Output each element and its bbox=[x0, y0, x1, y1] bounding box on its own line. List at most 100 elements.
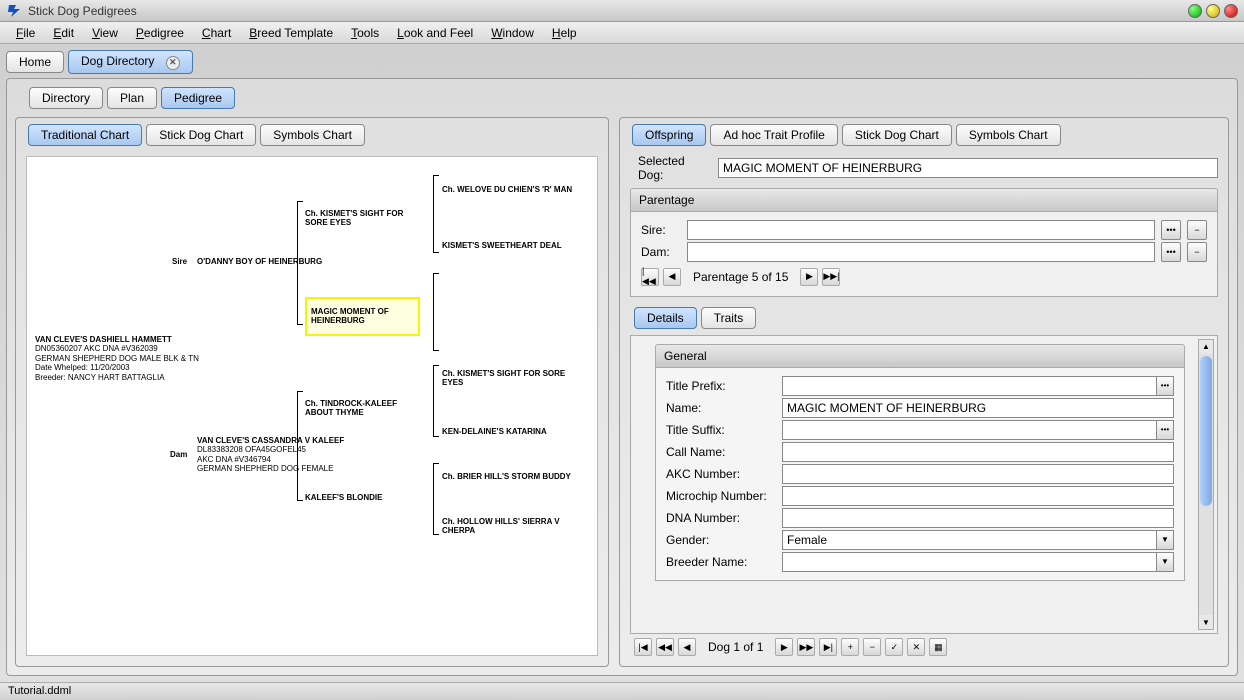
field-row-1: Name: bbox=[666, 398, 1174, 418]
dog-grid-button[interactable]: ▦ bbox=[929, 638, 947, 656]
menu-edit[interactable]: Edit bbox=[45, 24, 82, 42]
sire-name[interactable]: O'DANNY BOY OF HEINERBURG bbox=[197, 257, 322, 267]
scroll-down-icon[interactable]: ▼ bbox=[1199, 615, 1213, 629]
dog-nav-prev[interactable]: ◀ bbox=[678, 638, 696, 656]
menu-help[interactable]: Help bbox=[544, 24, 585, 42]
gp-dam-sire[interactable]: Ch. TINDROCK-KALEEF ABOUT THYME bbox=[305, 399, 425, 418]
field-input[interactable] bbox=[782, 442, 1174, 462]
dog-cancel-button[interactable]: ✕ bbox=[907, 638, 925, 656]
field-input[interactable] bbox=[782, 464, 1174, 484]
dam-name[interactable]: VAN CLEVE'S CASSANDRA V KALEEF DL8338320… bbox=[197, 436, 344, 474]
tab-dog-directory-label: Dog Directory bbox=[81, 54, 154, 68]
bracket bbox=[433, 175, 439, 253]
dog-nav-last[interactable]: ▶| bbox=[819, 638, 837, 656]
menu-breed-template[interactable]: Breed Template bbox=[241, 24, 341, 42]
dropdown-button[interactable]: ▼ bbox=[1156, 530, 1174, 550]
subtab-pedigree[interactable]: Pedigree bbox=[161, 87, 235, 109]
selected-dog-input[interactable] bbox=[718, 158, 1218, 178]
tab-traits[interactable]: Traits bbox=[701, 307, 757, 329]
window-controls bbox=[1188, 4, 1238, 18]
field-input[interactable] bbox=[782, 420, 1156, 440]
tab-dog-directory[interactable]: Dog Directory ✕ bbox=[68, 50, 193, 74]
tab-symbols-chart[interactable]: Symbols Chart bbox=[260, 124, 365, 146]
gp-dam-dam[interactable]: KALEEF'S BLONDIE bbox=[305, 493, 382, 503]
nav-first[interactable]: |◀◀ bbox=[641, 268, 659, 286]
field-input[interactable] bbox=[782, 530, 1156, 550]
pedigree-canvas[interactable]: VAN CLEVE'S DASHIELL HAMMETT DN05360207 … bbox=[26, 156, 598, 657]
minimize-button[interactable] bbox=[1188, 4, 1202, 18]
tab-stick-dog-chart-r[interactable]: Stick Dog Chart bbox=[842, 124, 952, 146]
field-label: Name: bbox=[666, 401, 776, 415]
dog-nav-prev-page[interactable]: ◀◀ bbox=[656, 638, 674, 656]
dam-clear-button[interactable]: − bbox=[1187, 242, 1207, 262]
gp-sire-sire[interactable]: Ch. KISMET'S SIGHT FOR SORE EYES bbox=[305, 209, 425, 228]
sire-clear-button[interactable]: − bbox=[1187, 220, 1207, 240]
dog-remove-button[interactable]: − bbox=[863, 638, 881, 656]
nav-next[interactable]: ▶ bbox=[800, 268, 818, 286]
menu-file[interactable]: File bbox=[8, 24, 43, 42]
panel-offspring: Offspring Ad hoc Trait Profile Stick Dog… bbox=[619, 117, 1229, 668]
ellipsis-button[interactable]: ••• bbox=[1156, 376, 1174, 396]
ggp4[interactable]: KEN-DELAINE'S KATARINA bbox=[442, 427, 547, 437]
sire-browse-button[interactable]: ••• bbox=[1161, 220, 1181, 240]
dog-nav-text: Dog 1 of 1 bbox=[700, 640, 771, 654]
close-button[interactable] bbox=[1224, 4, 1238, 18]
field-label: Title Prefix: bbox=[666, 379, 776, 393]
tab-home-label: Home bbox=[19, 55, 51, 69]
tab-stick-dog-chart[interactable]: Stick Dog Chart bbox=[146, 124, 256, 146]
dam-browse-button[interactable]: ••• bbox=[1161, 242, 1181, 262]
ellipsis-button[interactable]: ••• bbox=[1156, 420, 1174, 440]
tab-close-icon[interactable]: ✕ bbox=[166, 56, 180, 70]
maximize-button[interactable] bbox=[1206, 4, 1220, 18]
sire-input[interactable] bbox=[687, 220, 1155, 240]
menu-view[interactable]: View bbox=[84, 24, 126, 42]
tab-traditional-chart[interactable]: Traditional Chart bbox=[28, 124, 142, 146]
parentage-nav-text: Parentage 5 of 15 bbox=[685, 270, 796, 284]
dropdown-button[interactable]: ▼ bbox=[1156, 552, 1174, 572]
menu-chart[interactable]: Chart bbox=[194, 24, 239, 42]
field-row-8: Breeder Name:▼ bbox=[666, 552, 1174, 572]
tab-symbols-chart-r[interactable]: Symbols Chart bbox=[956, 124, 1061, 146]
app-icon bbox=[6, 3, 22, 19]
dog-nav-first[interactable]: |◀ bbox=[634, 638, 652, 656]
dog-nav-next-page[interactable]: ▶▶ bbox=[797, 638, 815, 656]
menu-look-and-feel[interactable]: Look and Feel bbox=[389, 24, 481, 42]
ggp6[interactable]: Ch. HOLLOW HILLS' SIERRA V CHERPA bbox=[442, 517, 572, 536]
tab-offspring[interactable]: Offspring bbox=[632, 124, 706, 146]
gp-sire-dam-selected[interactable]: MAGIC MOMENT OF HEINERBURG bbox=[305, 297, 420, 336]
dog-confirm-button[interactable]: ✓ bbox=[885, 638, 903, 656]
sub-tabs: Directory Plan Pedigree bbox=[29, 87, 1229, 109]
scroll-up-icon[interactable]: ▲ bbox=[1199, 340, 1213, 354]
dog-nav-next[interactable]: ▶ bbox=[775, 638, 793, 656]
menu-window[interactable]: Window bbox=[483, 24, 542, 42]
scroll-thumb[interactable] bbox=[1200, 356, 1212, 506]
subtab-plan[interactable]: Plan bbox=[107, 87, 157, 109]
field-input[interactable] bbox=[782, 508, 1174, 528]
bracket bbox=[433, 365, 439, 437]
ggp3[interactable]: Ch. KISMET'S SIGHT FOR SORE EYES bbox=[442, 369, 572, 388]
ggp1[interactable]: Ch. WELOVE DU CHIEN'S 'R' MAN bbox=[442, 185, 572, 195]
ggp2[interactable]: KISMET'S SWEETHEART DEAL bbox=[442, 241, 562, 251]
ggp5[interactable]: Ch. BRIER HILL'S STORM BUDDY bbox=[442, 472, 571, 482]
dam-input[interactable] bbox=[687, 242, 1155, 262]
field-input[interactable] bbox=[782, 552, 1156, 572]
subtab-directory[interactable]: Directory bbox=[29, 87, 103, 109]
menu-tools[interactable]: Tools bbox=[343, 24, 387, 42]
dog-add-button[interactable]: + bbox=[841, 638, 859, 656]
menu-pedigree[interactable]: Pedigree bbox=[128, 24, 192, 42]
field-label: Call Name: bbox=[666, 445, 776, 459]
details-scrollbar[interactable]: ▲ ▼ bbox=[1198, 339, 1214, 631]
parentage-header: Parentage bbox=[630, 188, 1218, 212]
subject-dog[interactable]: VAN CLEVE'S DASHIELL HAMMETT DN05360207 … bbox=[35, 335, 199, 383]
field-input[interactable] bbox=[782, 486, 1174, 506]
tab-details[interactable]: Details bbox=[634, 307, 697, 329]
nav-prev[interactable]: ◀ bbox=[663, 268, 681, 286]
field-input[interactable] bbox=[782, 398, 1174, 418]
parentage-nav: |◀◀ ◀ Parentage 5 of 15 ▶ ▶▶| bbox=[641, 264, 1207, 290]
tab-home[interactable]: Home bbox=[6, 51, 64, 73]
field-row-7: Gender:▼ bbox=[666, 530, 1174, 550]
nav-last[interactable]: ▶▶| bbox=[822, 268, 840, 286]
field-row-3: Call Name: bbox=[666, 442, 1174, 462]
field-input[interactable] bbox=[782, 376, 1156, 396]
tab-adhoc-trait[interactable]: Ad hoc Trait Profile bbox=[710, 124, 837, 146]
